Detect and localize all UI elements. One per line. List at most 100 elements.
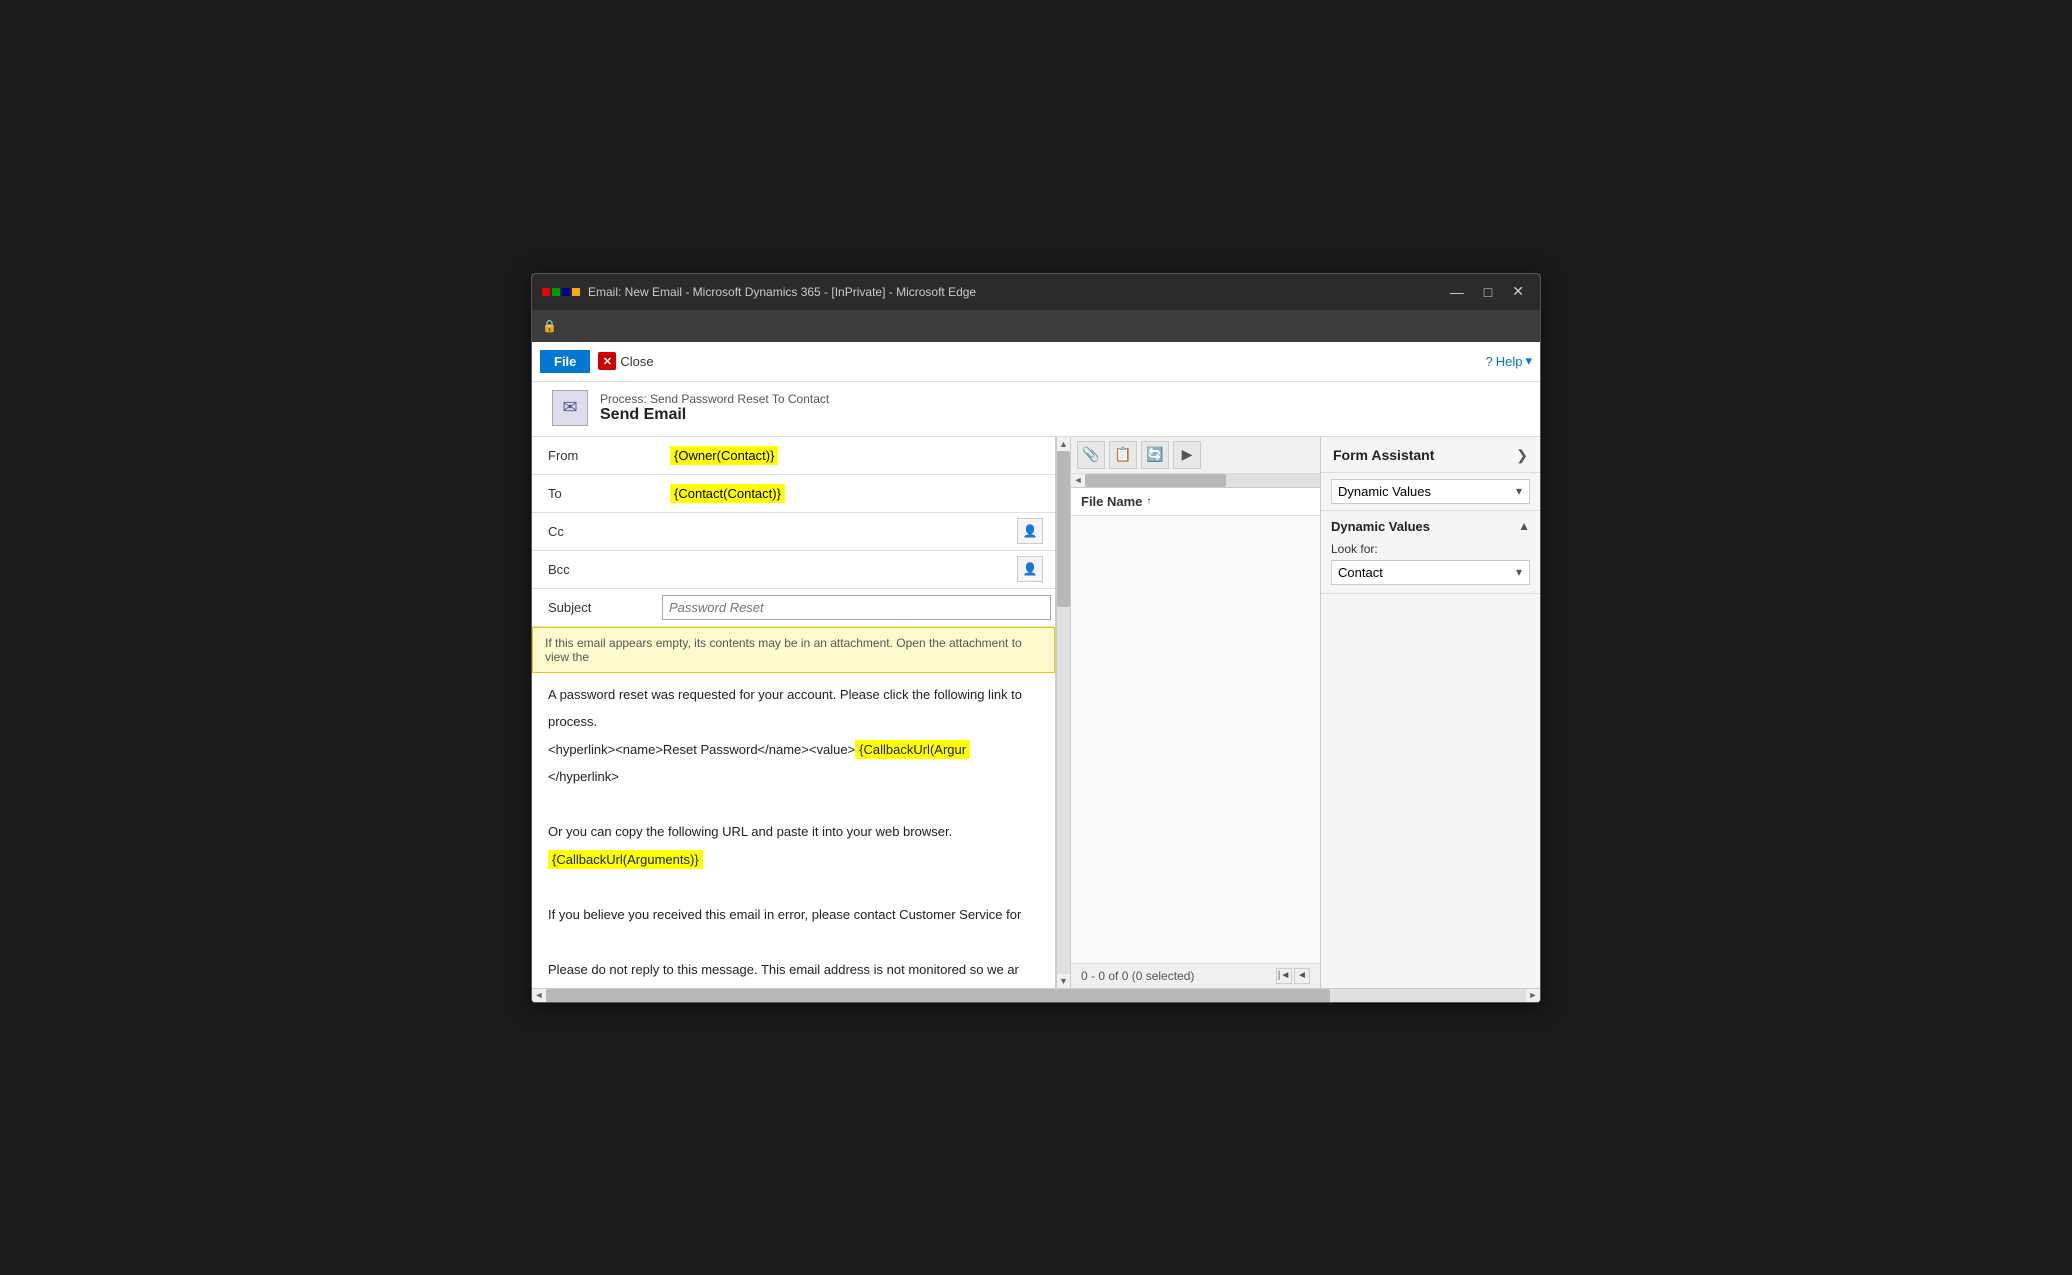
subject-row: Subject xyxy=(532,589,1055,627)
file-button[interactable]: File xyxy=(540,350,590,373)
attach-h-scrollbar[interactable]: ◄ xyxy=(1071,474,1320,488)
window-controls: — □ ✕ xyxy=(1444,281,1530,302)
attach-refresh-button[interactable]: 🔄 xyxy=(1141,441,1169,469)
pagination-controls: |◄ ◄ xyxy=(1276,968,1310,984)
body-spacer2 xyxy=(548,877,1039,897)
browser-favicon xyxy=(542,288,580,296)
email-vertical-scrollbar[interactable]: ▲ ▼ xyxy=(1056,437,1070,988)
dynamic-values-select-wrapper: Dynamic Values Static Values xyxy=(1331,479,1530,504)
dynamic-values-header: Dynamic Values ▲ xyxy=(1331,519,1530,534)
address-bar: 🔒 xyxy=(532,310,1540,342)
panel-dropdown: Dynamic Values Static Values xyxy=(1321,473,1540,511)
bcc-field[interactable]: 👤 xyxy=(662,552,1055,586)
file-name-header: File Name xyxy=(1081,494,1142,509)
app-content: File ✕ Close ? Help ▾ ✉ Process: Send Pa… xyxy=(532,342,1540,1002)
body-line3: <hyperlink><name>Reset Password</name><v… xyxy=(548,740,1039,760)
close-button[interactable]: ✕ Close xyxy=(598,352,653,370)
ribbon: File ✕ Close ? Help ▾ xyxy=(532,342,1540,382)
first-page-button[interactable]: |◄ xyxy=(1276,968,1292,984)
attach-scroll-thumb xyxy=(1085,474,1226,487)
main-layout: From {Owner(Contact)} To {Contact(Contac… xyxy=(532,437,1540,988)
browser-title: Email: New Email - Microsoft Dynamics 36… xyxy=(588,285,1436,299)
help-icon: ? xyxy=(1485,354,1492,369)
title-bar: Email: New Email - Microsoft Dynamics 36… xyxy=(532,274,1540,310)
collapse-button[interactable]: ▲ xyxy=(1518,519,1530,533)
attachments-pagination: 0 - 0 of 0 (0 selected) |◄ ◄ xyxy=(1071,963,1320,988)
attach-scroll-track[interactable] xyxy=(1085,474,1320,487)
look-for-select-wrapper: Contact Account User xyxy=(1331,560,1530,585)
h-scroll-right-button[interactable]: ► xyxy=(1526,990,1540,1000)
email-body[interactable]: A password reset was requested for your … xyxy=(532,673,1055,988)
body-line8: Please do not reply to this message. Thi… xyxy=(548,960,1039,980)
bcc-row: Bcc 👤 xyxy=(532,551,1055,589)
body-line7: If you believe you received this email i… xyxy=(548,905,1039,925)
warning-text: If this email appears empty, its content… xyxy=(545,636,1022,664)
bottom-horizontal-scrollbar[interactable]: ◄ ► xyxy=(532,988,1540,1002)
close-x-icon: ✕ xyxy=(598,352,616,370)
body-line5: Or you can copy the following URL and pa… xyxy=(548,822,1039,842)
minimize-button[interactable]: — xyxy=(1444,281,1470,302)
process-icon: ✉ xyxy=(552,390,588,426)
cc-lookup-button[interactable]: 👤 xyxy=(1017,518,1043,544)
attach-scroll-left[interactable]: ◄ xyxy=(1071,475,1085,485)
window-close-button[interactable]: ✕ xyxy=(1506,281,1530,302)
subject-label: Subject xyxy=(532,600,662,615)
sort-arrow-icon[interactable]: ↑ xyxy=(1146,496,1151,507)
process-text: Process: Send Password Reset To Contact … xyxy=(600,392,829,424)
dynamic-values-select[interactable]: Dynamic Values Static Values xyxy=(1331,479,1530,504)
to-value: {Contact(Contact)} xyxy=(670,484,785,503)
attach-upload-button[interactable]: 📎 xyxy=(1077,441,1105,469)
help-button[interactable]: ? Help ▾ xyxy=(1485,353,1532,369)
scroll-track[interactable] xyxy=(1057,451,1070,974)
scroll-up-button[interactable]: ▲ xyxy=(1059,437,1068,451)
body-line6: {CallbackUrl(Arguments)} xyxy=(548,850,1039,870)
bcc-lookup-button[interactable]: 👤 xyxy=(1017,556,1043,582)
bcc-label: Bcc xyxy=(532,562,662,577)
form-assistant-panel: Form Assistant ❯ Dynamic Values Static V… xyxy=(1320,437,1540,988)
body-line3-pre: <hyperlink><name>Reset Password</name><v… xyxy=(548,742,855,757)
from-label: From xyxy=(532,448,662,463)
attachments-panel: 📎 📋 🔄 ▶ ◄ File Name ↑ xyxy=(1070,437,1320,988)
scroll-thumb xyxy=(1057,451,1070,608)
subject-input[interactable] xyxy=(662,595,1051,620)
h-scroll-track[interactable] xyxy=(546,989,1526,1002)
help-chevron-icon: ▾ xyxy=(1525,353,1532,369)
attachments-toolbar: 📎 📋 🔄 ▶ xyxy=(1071,437,1320,474)
from-value: {Owner(Contact)} xyxy=(670,446,778,465)
cc-row: Cc 👤 xyxy=(532,513,1055,551)
cc-field[interactable]: 👤 xyxy=(662,514,1055,548)
pagination-text: 0 - 0 of 0 (0 selected) xyxy=(1081,969,1194,983)
close-label: Close xyxy=(620,354,653,369)
to-label: To xyxy=(532,486,662,501)
process-header: ✉ Process: Send Password Reset To Contac… xyxy=(532,382,1540,437)
cc-label: Cc xyxy=(532,524,662,539)
prev-page-button[interactable]: ◄ xyxy=(1294,968,1310,984)
body-line4: </hyperlink> xyxy=(548,767,1039,787)
process-title: Send Email xyxy=(600,406,829,424)
email-form-area: From {Owner(Contact)} To {Contact(Contac… xyxy=(532,437,1056,988)
panel-title: Form Assistant xyxy=(1333,447,1434,463)
body-spacer xyxy=(548,795,1039,815)
attach-note-button[interactable]: 📋 xyxy=(1109,441,1137,469)
body-spacer3 xyxy=(548,932,1039,952)
dynamic-values-title: Dynamic Values xyxy=(1331,519,1430,534)
maximize-button[interactable]: □ xyxy=(1478,281,1498,302)
body-line2: process. xyxy=(548,712,1039,732)
from-row: From {Owner(Contact)} xyxy=(532,437,1055,475)
panel-header: Form Assistant ❯ xyxy=(1321,437,1540,473)
look-for-select[interactable]: Contact Account User xyxy=(1331,560,1530,585)
h-scroll-left-button[interactable]: ◄ xyxy=(532,990,546,1000)
browser-window: Email: New Email - Microsoft Dynamics 36… xyxy=(531,273,1541,1003)
help-label: Help xyxy=(1496,354,1523,369)
warning-banner: If this email appears empty, its content… xyxy=(532,627,1055,673)
process-label: Process: Send Password Reset To Contact xyxy=(600,392,829,406)
attach-play-button[interactable]: ▶ xyxy=(1173,441,1201,469)
look-for-label: Look for: xyxy=(1331,542,1530,556)
to-field[interactable]: {Contact(Contact)} xyxy=(662,482,1055,505)
h-scroll-thumb xyxy=(546,989,1330,1002)
scroll-down-button[interactable]: ▼ xyxy=(1059,974,1068,988)
to-row: To {Contact(Contact)} xyxy=(532,475,1055,513)
from-field[interactable]: {Owner(Contact)} xyxy=(662,444,1055,467)
form-fields: From {Owner(Contact)} To {Contact(Contac… xyxy=(532,437,1055,627)
panel-expand-button[interactable]: ❯ xyxy=(1516,447,1528,464)
